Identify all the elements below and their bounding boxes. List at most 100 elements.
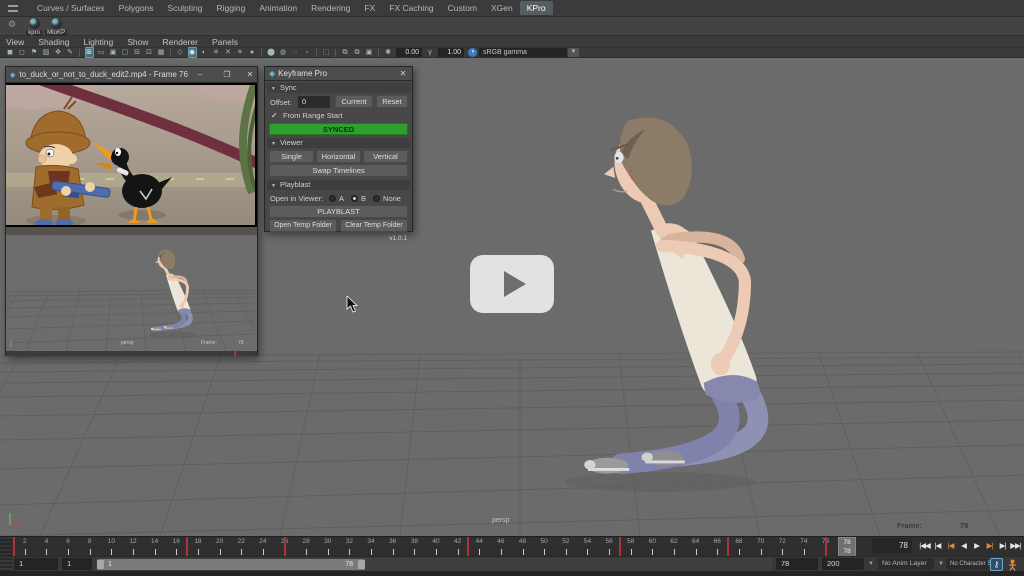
step-forward-frame-button[interactable]: ▶| bbox=[996, 537, 1009, 554]
gamma-field[interactable]: 1.00 bbox=[438, 48, 464, 57]
copy-view-icon[interactable]: ⧉ bbox=[341, 48, 350, 57]
2d-pan-zoom-icon[interactable]: ✥ bbox=[54, 48, 63, 57]
film-gate-icon[interactable]: ▭ bbox=[97, 48, 106, 57]
isolate-select-icon[interactable]: ◌ bbox=[291, 48, 300, 57]
reference-video-frame[interactable] bbox=[6, 83, 257, 227]
open-temp-folder-button[interactable]: Open Temp Folder bbox=[269, 219, 337, 232]
play-forwards-button[interactable]: ▶ bbox=[970, 537, 983, 554]
tab-kpro[interactable]: KPro bbox=[520, 1, 553, 15]
tab-rigging[interactable]: Rigging bbox=[210, 1, 253, 15]
tab-curves-surfaces[interactable]: Curves / Surfaces bbox=[30, 1, 112, 15]
panel-menu-panels[interactable]: Panels bbox=[212, 37, 238, 47]
anim-layer-select[interactable]: No Anim Layer bbox=[878, 558, 934, 570]
textured-icon[interactable]: ◐ bbox=[200, 48, 209, 57]
tab-fx[interactable]: FX bbox=[357, 1, 382, 15]
keyframe-pro-titlebar[interactable]: ◆ Keyframe Pro ✕ bbox=[265, 67, 412, 81]
panel-menu-renderer[interactable]: Renderer bbox=[163, 37, 198, 47]
multisample-icon[interactable]: ⬤ bbox=[267, 48, 276, 57]
shadows-icon[interactable]: ✕ bbox=[224, 48, 233, 57]
close-icon[interactable]: ✕ bbox=[396, 67, 410, 80]
reference-mini-viewport[interactable]: persp Frame: 78 bbox=[6, 235, 257, 351]
gate-mask-icon[interactable]: ▢ bbox=[121, 48, 130, 57]
auto-key-toggle-icon[interactable]: ⚷ bbox=[990, 558, 1003, 571]
shaded-icon[interactable]: ◉ bbox=[188, 47, 197, 58]
image-plane-icon[interactable]: ▨ bbox=[42, 48, 51, 57]
synced-button[interactable]: SYNCED bbox=[269, 123, 408, 135]
panel-menu-show[interactable]: Show bbox=[127, 37, 148, 47]
panel-menu-shading[interactable]: Shading bbox=[38, 37, 69, 47]
maximize-icon[interactable]: ❐ bbox=[219, 67, 235, 82]
occlusion-icon[interactable]: ☀ bbox=[236, 48, 245, 57]
playblast-section-header[interactable]: ▼Playblast bbox=[267, 180, 410, 190]
radio-option-none[interactable]: None bbox=[373, 194, 401, 203]
playblast-button[interactable]: PLAYBLAST bbox=[269, 205, 408, 218]
color-management-icon[interactable]: ◑ bbox=[468, 48, 477, 57]
viewer-section-header[interactable]: ▼Viewer bbox=[267, 138, 410, 148]
clear-temp-folder-button[interactable]: Clear Temp Folder bbox=[340, 219, 408, 232]
gear-icon[interactable]: ⚙ bbox=[8, 20, 16, 29]
tab-sculpting[interactable]: Sculpting bbox=[161, 1, 210, 15]
reference-video-window[interactable]: ◆ to_duck_or_not_to_duck_edit2.mp4 - Fra… bbox=[5, 66, 258, 356]
tab-custom[interactable]: Custom bbox=[441, 1, 484, 15]
reference-window-titlebar[interactable]: ◆ to_duck_or_not_to_duck_edit2.mp4 - Fra… bbox=[6, 67, 257, 83]
current-frame-playhead[interactable]: 7878 bbox=[838, 537, 856, 557]
character-3d[interactable] bbox=[584, 117, 760, 473]
playback-start-field[interactable]: 1 bbox=[62, 558, 92, 570]
xray-icon[interactable]: ▫ bbox=[303, 48, 312, 57]
offset-input[interactable]: 0 bbox=[298, 96, 330, 108]
sync-section-header[interactable]: ▼Sync bbox=[267, 83, 410, 93]
exposure-field[interactable]: 0.00 bbox=[396, 48, 422, 57]
tab-animation[interactable]: Animation bbox=[252, 1, 304, 15]
tab-polygons[interactable]: Polygons bbox=[112, 1, 161, 15]
safe-title-icon[interactable]: ▦ bbox=[157, 48, 166, 57]
resolution-gate-icon[interactable]: ▣ bbox=[109, 48, 118, 57]
minimize-icon[interactable]: – bbox=[192, 67, 208, 82]
current-button[interactable]: Current bbox=[335, 95, 373, 108]
tab-xgen[interactable]: XGen bbox=[484, 1, 520, 15]
character-set-select[interactable]: No Character Set bbox=[946, 558, 988, 570]
radio-option-a[interactable]: A bbox=[329, 194, 344, 203]
panel-menu-lighting[interactable]: Lighting bbox=[83, 37, 113, 47]
grease-pencil-icon[interactable]: ✎ bbox=[66, 48, 75, 57]
color-space-select[interactable]: sRGB gamma bbox=[479, 48, 567, 57]
vertical-button[interactable]: Vertical bbox=[363, 150, 408, 163]
animation-preferences-icon[interactable] bbox=[1006, 558, 1019, 571]
reset-button[interactable]: Reset bbox=[376, 95, 408, 108]
close-icon[interactable]: ✕ bbox=[242, 67, 258, 82]
tab-rendering[interactable]: Rendering bbox=[304, 1, 357, 15]
snap-view-icon[interactable]: ◼ bbox=[6, 48, 15, 57]
field-chart-icon[interactable]: ⊟ bbox=[133, 48, 142, 57]
playback-end-field[interactable]: 78 bbox=[776, 558, 818, 570]
time-slider[interactable]: 2468101214161820222426283032343638404244… bbox=[0, 536, 1024, 556]
chevron-down-icon[interactable]: ▼ bbox=[938, 561, 944, 567]
use-all-lights-icon[interactable]: ✳ bbox=[212, 48, 221, 57]
camera-attributes-icon[interactable]: ◻ bbox=[18, 48, 27, 57]
range-end-handle[interactable] bbox=[358, 560, 365, 569]
wireframe-icon[interactable]: ◇ bbox=[176, 48, 185, 57]
range-start-handle[interactable] bbox=[97, 560, 104, 569]
swap-timelines-button[interactable]: Swap Timelines bbox=[269, 164, 408, 177]
single-button[interactable]: Single bbox=[269, 150, 314, 163]
shelf-item-mtokp[interactable]: MtoKP bbox=[46, 17, 66, 36]
mini-timeline[interactable] bbox=[6, 351, 257, 356]
from-range-start-checkbox[interactable]: ✓ From Range Start bbox=[271, 111, 343, 120]
play-backwards-button[interactable]: ◀ bbox=[957, 537, 970, 554]
timeline-track[interactable]: 2468101214161820222426283032343638404244… bbox=[12, 537, 868, 557]
radio-option-b[interactable]: B bbox=[351, 194, 366, 203]
step-back-frame-button[interactable]: |◀ bbox=[931, 537, 944, 554]
keyframe-pro-panel[interactable]: ◆ Keyframe Pro ✕ ▼Sync Offset: 0 Current… bbox=[264, 66, 413, 232]
step-forward-key-button[interactable]: ▶| bbox=[983, 537, 996, 554]
motion-blur-icon[interactable]: ● bbox=[248, 48, 257, 57]
animation-start-field[interactable]: 1 bbox=[14, 558, 58, 570]
go-to-start-button[interactable]: |◀◀ bbox=[918, 537, 931, 554]
safe-action-icon[interactable]: ⊡ bbox=[145, 48, 154, 57]
horizontal-button[interactable]: Horizontal bbox=[316, 150, 361, 163]
snapshot-icon[interactable]: ▣ bbox=[365, 48, 374, 57]
panel-menu-view[interactable]: View bbox=[6, 37, 24, 47]
current-frame-field[interactable]: 78 bbox=[872, 538, 912, 553]
step-back-key-button[interactable]: |◀ bbox=[944, 537, 957, 554]
chevron-down-icon[interactable]: ▼ bbox=[568, 48, 579, 57]
go-to-end-button[interactable]: ▶▶| bbox=[1009, 537, 1022, 554]
paste-view-icon[interactable]: ⧉ bbox=[353, 48, 362, 57]
depth-of-field-icon[interactable]: ◍ bbox=[279, 48, 288, 57]
